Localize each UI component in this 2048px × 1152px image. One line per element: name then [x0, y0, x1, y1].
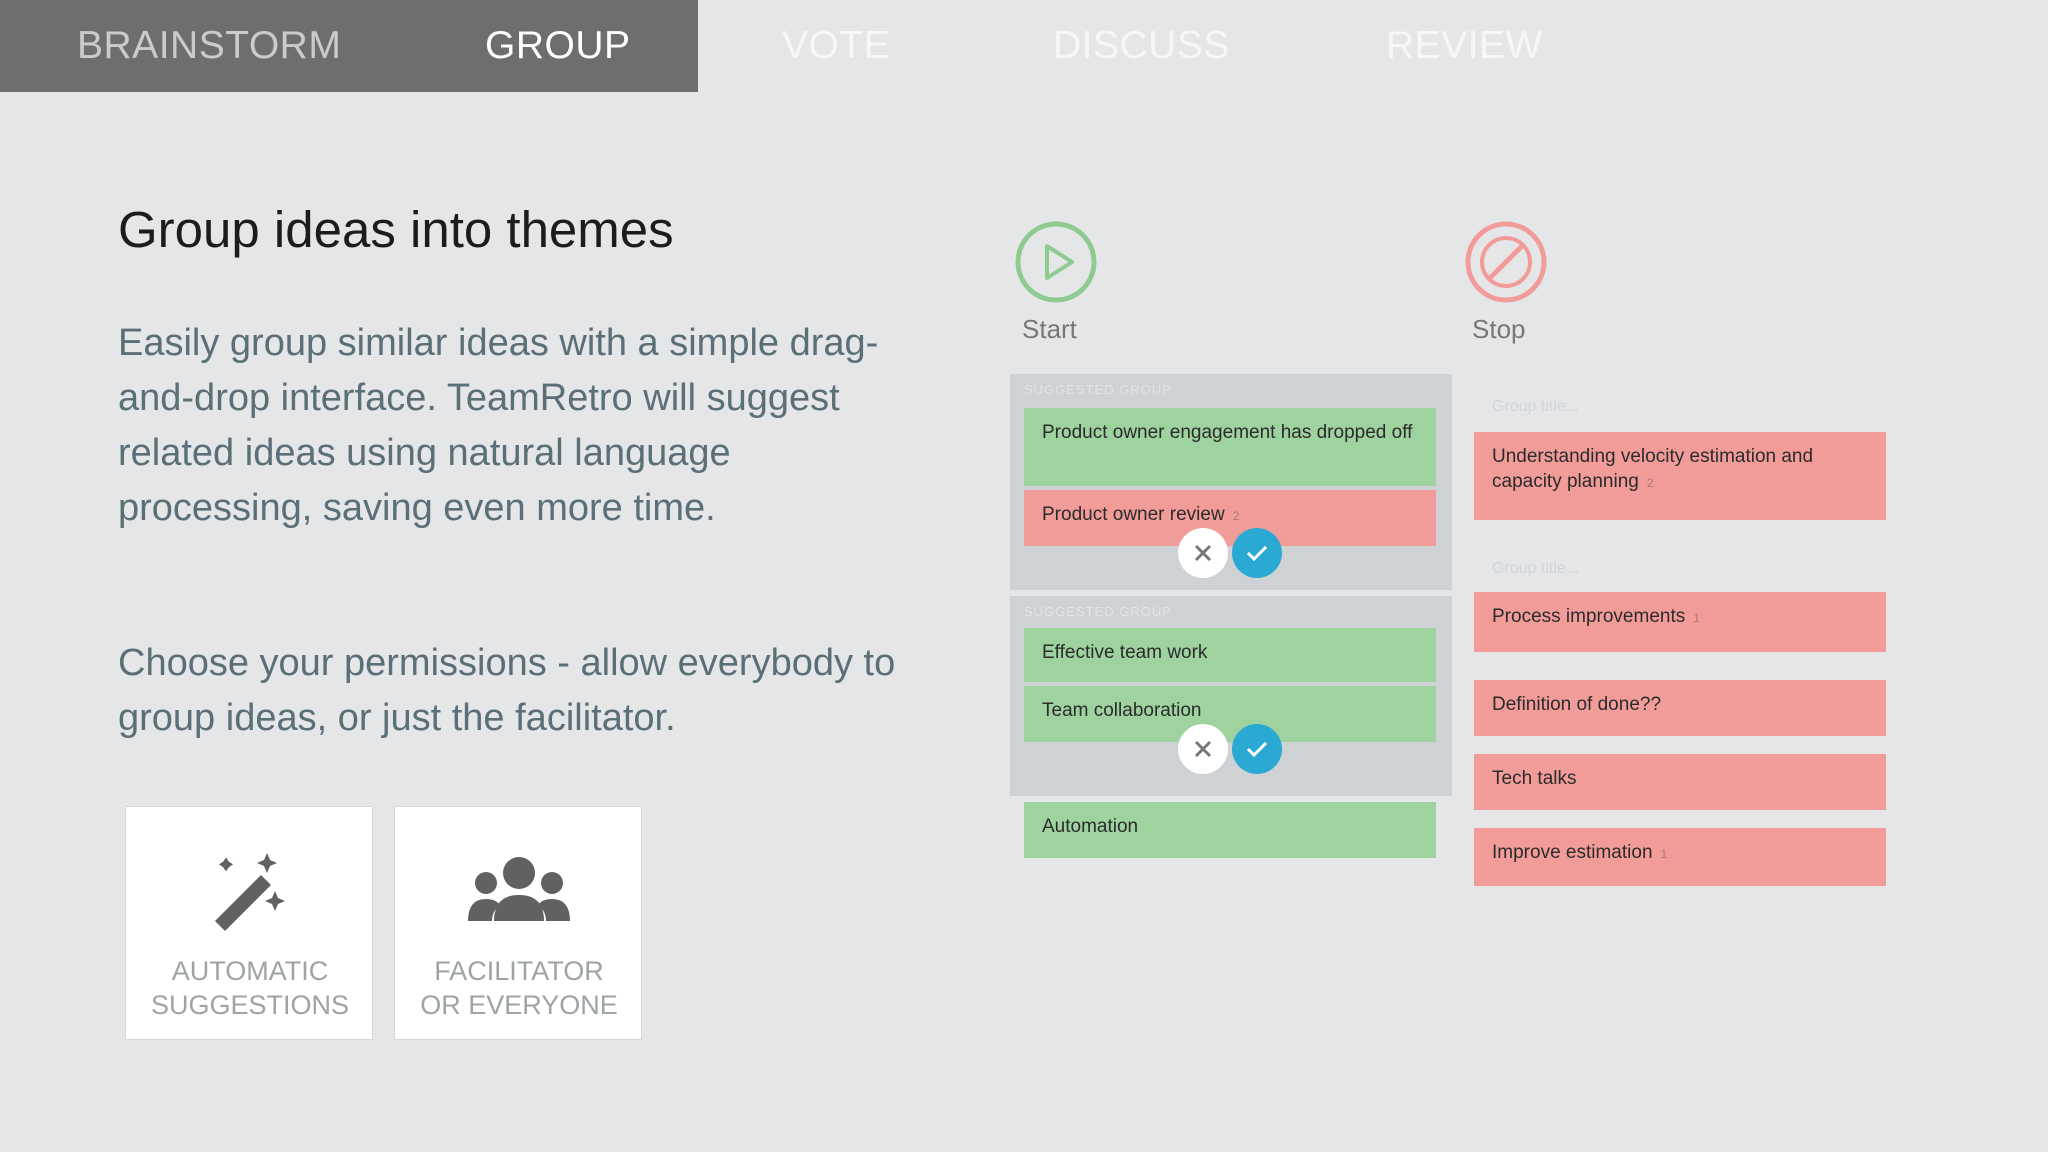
comment-count: 2	[1646, 476, 1654, 490]
idea-card[interactable]: Effective team work	[1024, 628, 1436, 682]
feature-label: FACILITATOR OR EVERYONE	[420, 956, 618, 1020]
magic-wand-icon	[126, 849, 374, 939]
permissions-paragraph: Choose your permissions - allow everybod…	[118, 642, 896, 739]
page-title: Group ideas into themes	[118, 201, 674, 258]
tab-vote[interactable]: VOTE	[782, 0, 890, 92]
comment-count: 1	[1660, 847, 1668, 861]
idea-card[interactable]: Product owner engagement has dropped off	[1024, 408, 1436, 486]
group-title-placeholder[interactable]: Group title...	[1492, 398, 1579, 416]
feature-label: AUTOMATIC SUGGESTIONS	[150, 956, 350, 1020]
group-people-icon	[395, 849, 643, 939]
feature-automatic-suggestions: AUTOMATIC SUGGESTIONS	[125, 806, 373, 1040]
description-paragraph: Easily group similar ideas with a simple…	[118, 322, 879, 529]
tab-brainstorm[interactable]: BRAINSTORM	[77, 0, 341, 92]
idea-card[interactable]: Process improvements 1	[1474, 592, 1886, 652]
comment-count: 1	[1693, 611, 1700, 625]
idea-card[interactable]: Improve estimation 1	[1474, 828, 1886, 886]
reject-suggestion-button[interactable]	[1178, 528, 1228, 578]
accept-suggestion-button[interactable]	[1232, 724, 1282, 774]
check-icon	[1246, 545, 1268, 562]
tab-group[interactable]: GROUP	[485, 0, 631, 92]
tab-review[interactable]: REVIEW	[1386, 0, 1543, 92]
idea-card[interactable]: Team collaboration	[1024, 686, 1436, 742]
close-icon	[1194, 544, 1212, 562]
phase-tab-bar: BRAINSTORM GROUP VOTE DISCUSS REVIEW	[0, 0, 2048, 92]
reject-suggestion-button[interactable]	[1178, 724, 1228, 774]
check-icon	[1246, 741, 1268, 758]
grouping-board-illustration: Start Stop SUGGESTED GROUP Product owner…	[962, 180, 1922, 940]
feature-facilitator-or-everyone: FACILITATOR OR EVERYONE	[394, 806, 642, 1040]
idea-card[interactable]: Tech talks	[1474, 754, 1886, 810]
close-icon	[1194, 740, 1212, 758]
comment-count: 2	[1232, 509, 1240, 523]
stop-circle-icon	[1464, 220, 1548, 304]
suggested-group-label: SUGGESTED GROUP	[1024, 382, 1172, 397]
tab-discuss[interactable]: DISCUSS	[1053, 0, 1230, 92]
accept-suggestion-button[interactable]	[1232, 528, 1282, 578]
column-title: Start	[1022, 314, 1077, 344]
idea-card[interactable]: Automation	[1024, 802, 1436, 858]
idea-card[interactable]: Definition of done??	[1474, 680, 1886, 736]
idea-card[interactable]: Product owner review 2	[1024, 490, 1436, 546]
idea-card[interactable]: Understanding velocity estimation and ca…	[1474, 432, 1886, 520]
play-circle-icon	[1014, 220, 1098, 304]
suggested-group-label: SUGGESTED GROUP	[1024, 604, 1172, 619]
group-title-placeholder[interactable]: Group title...	[1492, 560, 1579, 578]
column-title: Stop	[1472, 314, 1526, 344]
